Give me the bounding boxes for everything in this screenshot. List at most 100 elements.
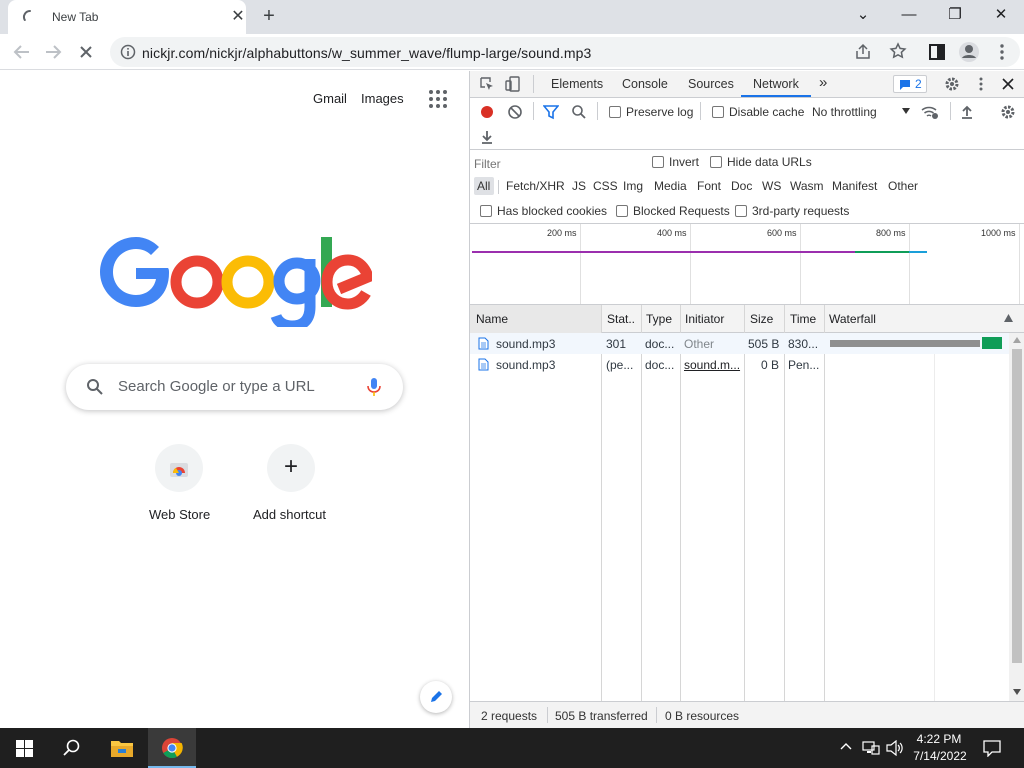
back-arrow-icon[interactable] [9, 39, 35, 65]
clock-time[interactable]: 4:22 PM [914, 732, 964, 746]
filter-type-js[interactable]: JS [572, 179, 586, 193]
col-time[interactable]: Time [790, 312, 816, 326]
export-har-icon[interactable] [479, 129, 495, 145]
voice-search-icon[interactable] [366, 377, 382, 397]
filter-type-fetch-xhr[interactable]: Fetch/XHR [506, 179, 565, 193]
table-scrollbar[interactable] [1009, 333, 1024, 701]
url-text[interactable]: nickjr.com/nickjr/alphabuttons/w_summer_… [142, 45, 591, 61]
taskbar-chrome-button[interactable] [148, 728, 196, 768]
filter-type-manifest[interactable]: Manifest [832, 179, 877, 193]
throttling-select[interactable]: No throttling [806, 102, 914, 122]
filter-type-css[interactable]: CSS [593, 179, 618, 193]
record-icon[interactable] [479, 104, 495, 120]
profile-avatar-icon[interactable] [956, 39, 982, 65]
bookmark-star-icon[interactable] [889, 42, 907, 60]
filter-type-doc[interactable]: Doc [731, 179, 752, 193]
divider [597, 102, 598, 120]
network-settings-gear-icon[interactable] [1000, 104, 1016, 120]
col-name[interactable]: Name [476, 312, 508, 326]
file-explorer-icon[interactable] [110, 738, 134, 758]
tab-network[interactable]: Network [753, 77, 799, 91]
ntp-search-box[interactable]: Search Google or type a URL [66, 364, 403, 410]
new-tab-button[interactable]: + [258, 6, 280, 28]
filter-type-font[interactable]: Font [697, 179, 721, 193]
device-toolbar-icon[interactable] [505, 76, 521, 92]
window-close-button[interactable]: ✕ [978, 0, 1024, 30]
cell-initiator-link[interactable]: sound.m... [684, 358, 742, 372]
settings-gear-icon[interactable] [944, 76, 960, 92]
filter-funnel-icon[interactable] [543, 104, 559, 120]
volume-icon[interactable] [886, 740, 904, 756]
col-size[interactable]: Size [750, 312, 773, 326]
share-icon[interactable] [854, 43, 872, 61]
network-tray-icon[interactable] [862, 740, 880, 756]
tab-search-button[interactable]: ⌄ [840, 0, 886, 30]
hide-data-urls-checkbox[interactable] [710, 156, 722, 168]
cell-time: Pen... [788, 358, 820, 372]
filter-input[interactable] [474, 154, 636, 174]
inspect-element-icon[interactable] [479, 76, 495, 92]
divider [547, 707, 548, 723]
devtools-menu-icon[interactable] [973, 76, 989, 92]
disable-cache-checkbox[interactable] [712, 106, 724, 118]
devtools-panel: Elements Console Sources Network » 2 Pre… [469, 71, 1024, 728]
tab-sources[interactable]: Sources [688, 77, 734, 91]
table-row[interactable]: sound.mp3 (pe... doc... sound.m... 0 B P… [470, 354, 1024, 375]
filter-type-ws[interactable]: WS [762, 179, 781, 193]
tab-close-icon[interactable]: ✕ [230, 9, 246, 25]
images-link[interactable]: Images [361, 91, 404, 106]
blocked-cookies-checkbox[interactable] [480, 205, 492, 217]
address-bar[interactable]: nickjr.com/nickjr/alphabuttons/w_summer_… [110, 37, 1020, 67]
third-party-checkbox[interactable] [735, 205, 747, 217]
filter-type-img[interactable]: Img [623, 179, 643, 193]
notification-center-icon[interactable] [983, 739, 1001, 757]
sort-up-icon[interactable] [1004, 314, 1013, 322]
clear-icon[interactable] [507, 104, 523, 120]
filter-type-wasm[interactable]: Wasm [790, 179, 824, 193]
customize-chrome-button[interactable] [420, 681, 452, 713]
restore-button[interactable]: ❐ [932, 0, 978, 30]
scroll-down-arrow-icon[interactable] [1013, 689, 1021, 695]
side-panel-icon[interactable] [924, 39, 950, 65]
network-overview[interactable]: 200 ms 400 ms 600 ms 800 ms 1000 ms [470, 224, 1024, 305]
google-apps-icon[interactable] [428, 89, 448, 109]
network-conditions-icon[interactable] [921, 104, 939, 120]
minimize-button[interactable]: — [886, 0, 932, 30]
cell-size: 505 B [748, 337, 780, 351]
col-status[interactable]: Stat.. [607, 312, 635, 326]
windows-start-icon[interactable] [16, 740, 33, 757]
filter-type-media[interactable]: Media [654, 179, 687, 193]
shortcut-label: Add shortcut [253, 507, 326, 522]
forward-arrow-icon[interactable] [40, 39, 66, 65]
cell-type: doc... [645, 358, 675, 372]
col-type[interactable]: Type [646, 312, 672, 326]
table-row[interactable]: sound.mp3 301 doc... Other 505 B 830... [470, 333, 1024, 354]
site-info-icon[interactable] [120, 44, 136, 60]
stop-loading-icon[interactable] [73, 39, 99, 65]
col-initiator[interactable]: Initiator [685, 312, 724, 326]
tray-chevron-up-icon[interactable] [840, 742, 852, 750]
import-har-icon[interactable] [959, 104, 975, 120]
clock-date[interactable]: 7/14/2022 [908, 749, 972, 763]
blocked-requests-checkbox[interactable] [616, 205, 628, 217]
tab-console[interactable]: Console [622, 77, 668, 91]
taskbar-search-icon[interactable] [63, 739, 81, 757]
col-waterfall[interactable]: Waterfall [829, 312, 876, 326]
scrollbar-thumb[interactable] [1012, 349, 1022, 663]
add-shortcut-button[interactable]: + [267, 444, 315, 492]
scroll-up-arrow-icon[interactable] [1013, 337, 1021, 343]
search-icon[interactable] [571, 104, 587, 120]
invert-checkbox[interactable] [652, 156, 664, 168]
tab-new-tab[interactable]: New Tab ✕ [8, 0, 246, 34]
gmail-link[interactable]: Gmail [313, 91, 347, 106]
preserve-log-checkbox[interactable] [609, 106, 621, 118]
filter-type-all[interactable]: All [477, 179, 490, 193]
filter-type-other[interactable]: Other [888, 179, 918, 193]
active-tab-indicator [741, 95, 811, 97]
issues-badge[interactable]: 2 [893, 75, 927, 93]
shortcut-webstore[interactable] [155, 444, 203, 492]
close-devtools-icon[interactable] [1000, 76, 1016, 92]
more-tabs-icon[interactable]: » [819, 74, 827, 91]
tab-elements[interactable]: Elements [551, 77, 603, 91]
kebab-menu-icon[interactable] [989, 39, 1015, 65]
